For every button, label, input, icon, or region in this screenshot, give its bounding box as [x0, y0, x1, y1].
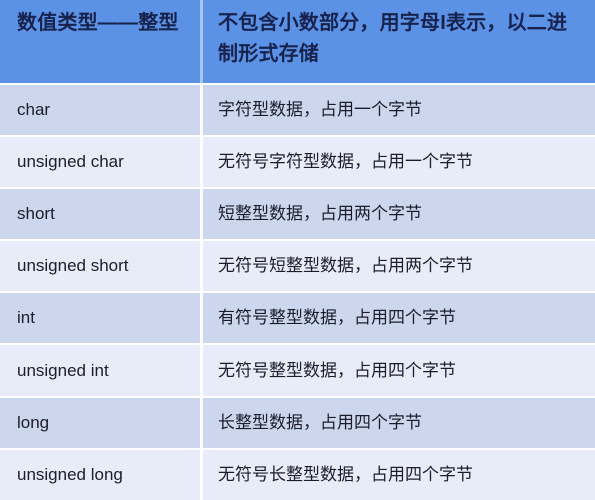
- table-row: unsigned char 无符号字符型数据，占用一个字节: [0, 135, 595, 188]
- header-label-type: 数值类型——整型: [17, 12, 179, 34]
- cell-type: unsigned char: [0, 135, 203, 188]
- cell-type-label: unsigned int: [17, 360, 109, 380]
- cell-description: 字符型数据，占用一个字节: [203, 83, 595, 136]
- header-cell-type: 数值类型——整型: [0, 0, 203, 83]
- table-row: unsigned int 无符号整型数据，占用四个字节: [0, 343, 595, 396]
- cell-description: 短整型数据，占用两个字节: [203, 187, 595, 240]
- table-row: short 短整型数据，占用两个字节: [0, 187, 595, 240]
- cell-type-label: char: [17, 100, 51, 120]
- cell-type-label: short: [17, 204, 55, 224]
- table-row: char 字符型数据，占用一个字节: [0, 83, 595, 136]
- cell-type: int: [0, 291, 203, 344]
- cell-type: unsigned short: [0, 239, 203, 292]
- table-header-row: 数值类型——整型 不包含小数部分，用字母I表示，以二进制形式存储: [0, 0, 595, 83]
- cell-description-label: 无符号短整型数据，占用两个字节: [218, 256, 473, 276]
- integer-types-table: 数值类型——整型 不包含小数部分，用字母I表示，以二进制形式存储 char 字符…: [0, 0, 595, 500]
- cell-description: 有符号整型数据，占用四个字节: [203, 291, 595, 344]
- cell-description-label: 无符号整型数据，占用四个字节: [218, 360, 456, 380]
- cell-type-label: long: [17, 412, 50, 432]
- cell-description: 无符号字符型数据，占用一个字节: [203, 135, 595, 188]
- cell-type: long: [0, 395, 203, 448]
- cell-description-label: 长整型数据，占用四个字节: [218, 412, 422, 432]
- cell-type: unsigned int: [0, 343, 203, 396]
- cell-description: 无符号短整型数据，占用两个字节: [203, 239, 595, 292]
- cell-description-label: 无符号字符型数据，占用一个字节: [218, 152, 473, 172]
- cell-description-label: 无符号长整型数据，占用四个字节: [218, 464, 473, 484]
- header-cell-description: 不包含小数部分，用字母I表示，以二进制形式存储: [203, 0, 595, 83]
- cell-description: 长整型数据，占用四个字节: [203, 395, 595, 448]
- cell-description: 无符号长整型数据，占用四个字节: [203, 447, 595, 500]
- cell-type-label: unsigned short: [17, 256, 129, 276]
- table-row: unsigned long 无符号长整型数据，占用四个字节: [0, 447, 595, 500]
- table-row: int 有符号整型数据，占用四个字节: [0, 291, 595, 344]
- header-label-description: 不包含小数部分，用字母I表示，以二进制形式存储: [218, 12, 568, 65]
- cell-description-label: 短整型数据，占用两个字节: [218, 204, 422, 224]
- cell-description-label: 有符号整型数据，占用四个字节: [218, 308, 456, 328]
- cell-type: char: [0, 83, 203, 136]
- cell-type: unsigned long: [0, 447, 203, 500]
- cell-type: short: [0, 187, 203, 240]
- table-row: unsigned short 无符号短整型数据，占用两个字节: [0, 239, 595, 292]
- cell-type-label: unsigned char: [17, 152, 124, 172]
- table-row: long 长整型数据，占用四个字节: [0, 395, 595, 448]
- cell-description-label: 字符型数据，占用一个字节: [218, 100, 422, 120]
- cell-type-label: int: [17, 308, 35, 328]
- cell-type-label: unsigned long: [17, 464, 123, 484]
- cell-description: 无符号整型数据，占用四个字节: [203, 343, 595, 396]
